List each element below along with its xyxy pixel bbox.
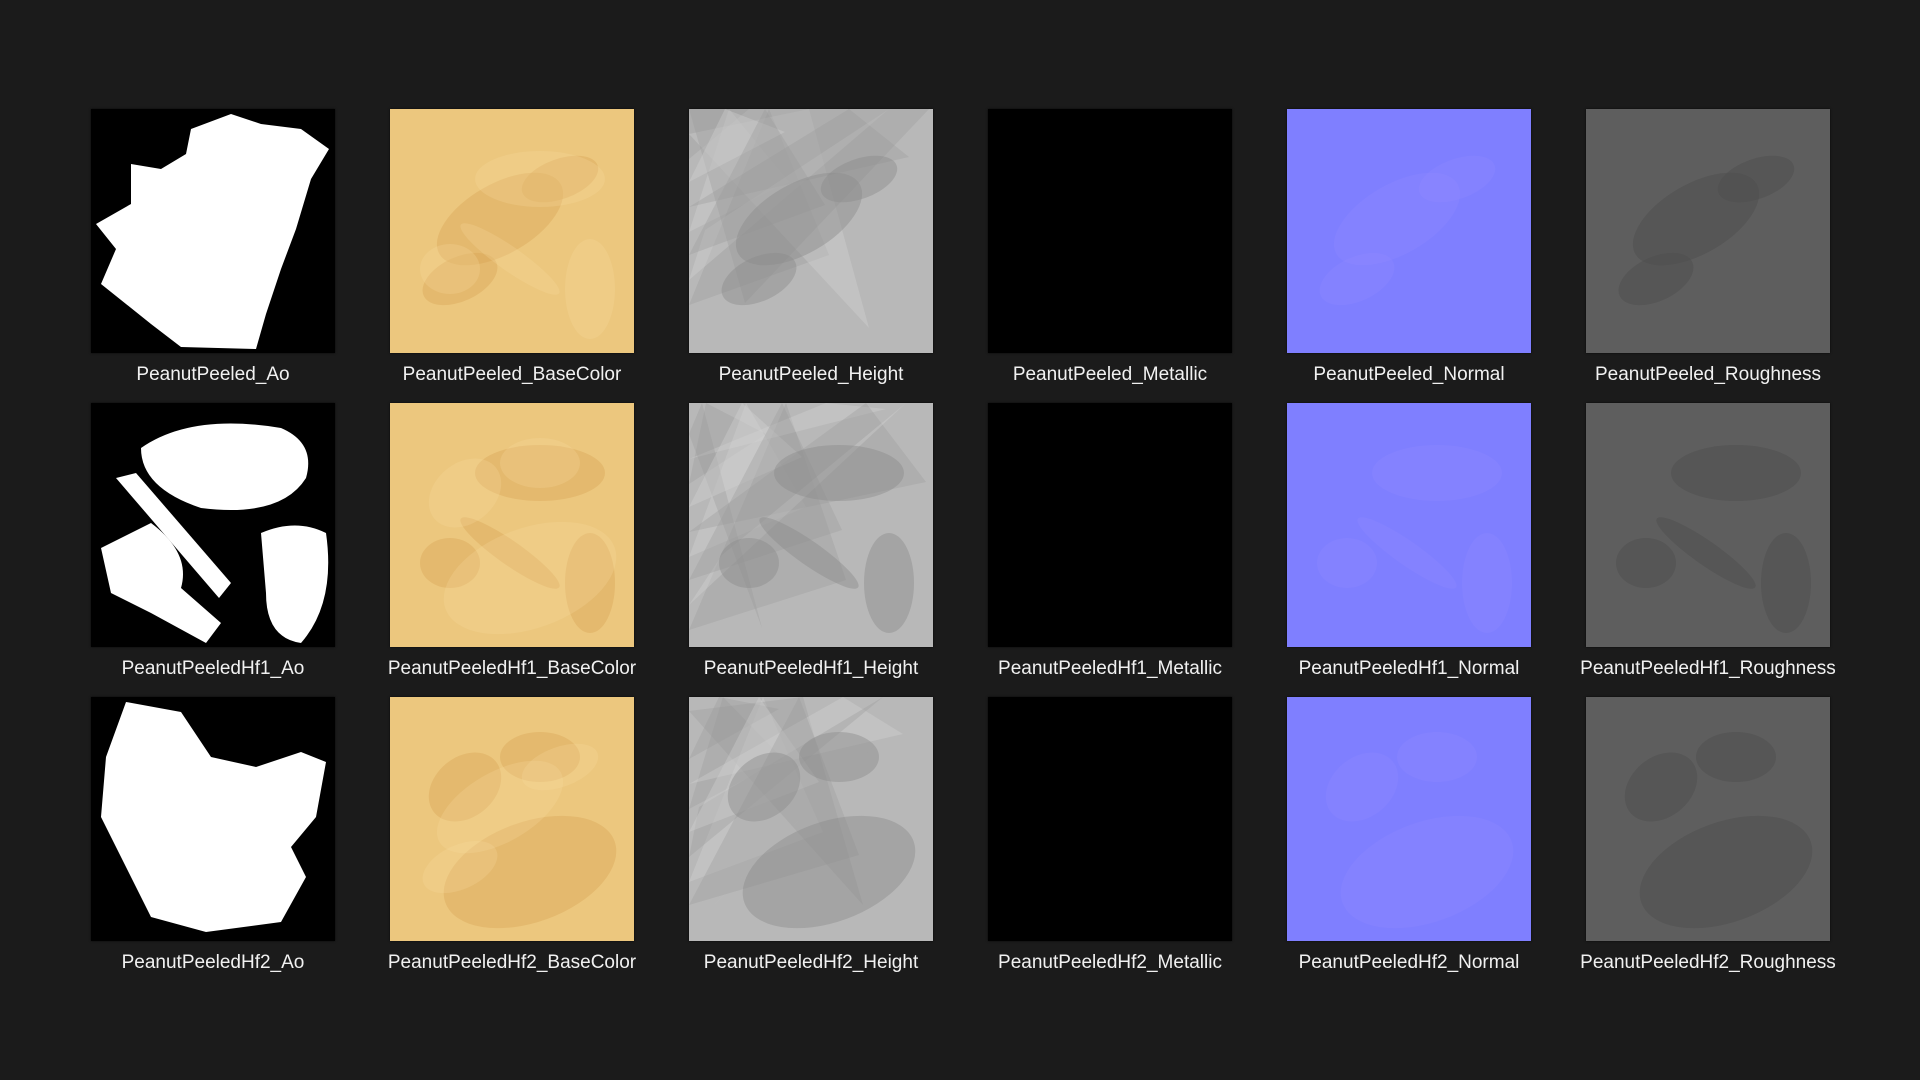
- texture-tile[interactable]: PeanutPeeledHf2_Metallic: [988, 697, 1232, 973]
- texture-tile[interactable]: PeanutPeeledHf2_Height: [689, 697, 933, 973]
- texture-filename: PeanutPeeled_BaseColor: [402, 364, 622, 385]
- texture-tile[interactable]: PeanutPeeled_Metallic: [988, 109, 1232, 385]
- texture-tile[interactable]: PeanutPeeledHf1_BaseColor: [388, 403, 636, 679]
- texture-filename: PeanutPeeled_Metallic: [1012, 364, 1208, 385]
- texture-tile[interactable]: PeanutPeeled_Roughness: [1586, 109, 1830, 385]
- texture-tile[interactable]: PeanutPeeledHf2_BaseColor: [388, 697, 636, 973]
- texture-filename: PeanutPeeledHf1_Height: [703, 658, 919, 679]
- texture-filename: PeanutPeeledHf1_BaseColor: [387, 658, 637, 679]
- texture-thumbnail: [91, 109, 335, 353]
- texture-filename: PeanutPeeledHf1_Ao: [121, 658, 305, 679]
- texture-thumbnail: [1586, 697, 1830, 941]
- texture-filename: PeanutPeeledHf2_Normal: [1298, 952, 1520, 973]
- texture-filename: PeanutPeeled_Normal: [1313, 364, 1505, 385]
- texture-filename: PeanutPeeledHf2_Ao: [121, 952, 305, 973]
- texture-thumbnail: [390, 109, 634, 353]
- texture-grid: PeanutPeeled_Ao PeanutPeeled_BaseColor P…: [91, 109, 1836, 973]
- texture-filename: PeanutPeeledHf2_Height: [703, 952, 919, 973]
- texture-thumbnail: [689, 403, 933, 647]
- texture-thumbnail: [988, 109, 1232, 353]
- texture-filename: PeanutPeeledHf1_Normal: [1298, 658, 1520, 679]
- texture-thumbnail: [988, 697, 1232, 941]
- texture-thumbnail: [91, 697, 335, 941]
- texture-thumbnail: [1586, 403, 1830, 647]
- texture-filename: PeanutPeeledHf1_Roughness: [1580, 658, 1836, 679]
- texture-thumbnail: [1287, 403, 1531, 647]
- texture-tile[interactable]: PeanutPeeledHf1_Height: [689, 403, 933, 679]
- texture-thumbnail: [1586, 109, 1830, 353]
- texture-filename: PeanutPeeled_Ao: [136, 364, 290, 385]
- texture-tile[interactable]: PeanutPeeledHf2_Normal: [1287, 697, 1531, 973]
- texture-thumbnail: [689, 109, 933, 353]
- texture-tile[interactable]: PeanutPeeled_Normal: [1287, 109, 1531, 385]
- texture-filename: PeanutPeeledHf1_Metallic: [998, 658, 1222, 679]
- texture-thumbnail: [390, 697, 634, 941]
- texture-thumbnail: [1287, 697, 1531, 941]
- texture-filename: PeanutPeeled_Height: [718, 364, 904, 385]
- texture-tile[interactable]: PeanutPeeledHf1_Ao: [91, 403, 335, 679]
- texture-thumbnail: [91, 403, 335, 647]
- texture-tile[interactable]: PeanutPeeled_Height: [689, 109, 933, 385]
- texture-tile[interactable]: PeanutPeeledHf2_Ao: [91, 697, 335, 973]
- texture-tile[interactable]: PeanutPeeledHf1_Normal: [1287, 403, 1531, 679]
- texture-thumbnail: [689, 697, 933, 941]
- texture-tile[interactable]: PeanutPeeled_Ao: [91, 109, 335, 385]
- texture-thumbnail: [1287, 109, 1531, 353]
- texture-filename: PeanutPeeledHf2_Metallic: [998, 952, 1222, 973]
- texture-filename: PeanutPeeledHf2_BaseColor: [387, 952, 637, 973]
- texture-thumbnail: [988, 403, 1232, 647]
- texture-tile[interactable]: PeanutPeeledHf1_Roughness: [1580, 403, 1836, 679]
- texture-tile[interactable]: PeanutPeeledHf1_Metallic: [988, 403, 1232, 679]
- texture-tile[interactable]: PeanutPeeledHf2_Roughness: [1580, 697, 1836, 973]
- texture-tile[interactable]: PeanutPeeled_BaseColor: [390, 109, 634, 385]
- texture-filename: PeanutPeeled_Roughness: [1594, 364, 1822, 385]
- texture-filename: PeanutPeeledHf2_Roughness: [1580, 952, 1836, 973]
- texture-thumbnail: [390, 403, 634, 647]
